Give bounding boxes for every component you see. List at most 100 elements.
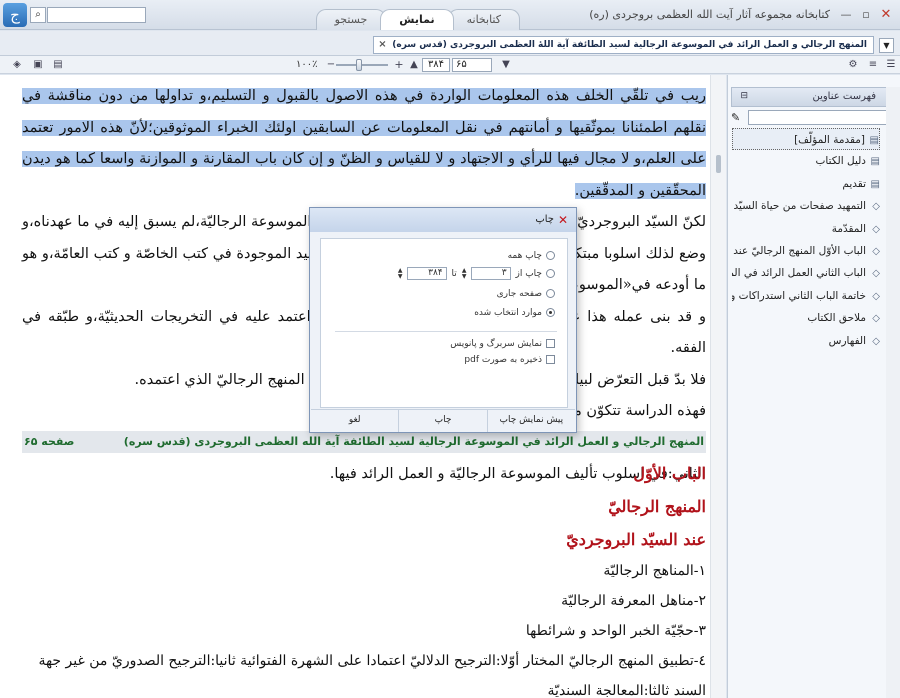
maximize-icon[interactable]: ▫ bbox=[858, 7, 874, 23]
dialog-divider bbox=[335, 331, 557, 332]
range-from-stepper[interactable]: ▲ ▼ bbox=[460, 267, 469, 280]
print-all-option[interactable]: چاپ همه bbox=[508, 249, 555, 263]
page-footer-title: المنهج الرجالي و العمل الرائد في الموسوع… bbox=[123, 435, 704, 448]
page-icon: ▤ bbox=[870, 178, 880, 190]
tab-library[interactable]: کتابخانه bbox=[447, 9, 520, 30]
page-total: ۳۸۴ bbox=[422, 58, 450, 72]
chapter-heading: عند السيّد البروجرديّ bbox=[566, 530, 706, 549]
print-icon[interactable]: ▣ bbox=[31, 58, 45, 72]
toc-item[interactable]: ◇ التمهيد صفحات من حياة السيّد الإ bbox=[732, 195, 880, 217]
checkbox-save-pdf[interactable] bbox=[546, 355, 555, 364]
search-input[interactable] bbox=[47, 7, 146, 23]
toc-toggle-icon[interactable]: ☰ bbox=[884, 58, 898, 72]
toc-search-input[interactable] bbox=[748, 110, 896, 125]
range-to-input[interactable]: ۳۸۴ bbox=[406, 267, 447, 280]
toc-header: فهرست عناوین ⊟ bbox=[731, 87, 897, 107]
text-selection[interactable]: ريب في تلقّي الخلف هذه المعلومات الواردة… bbox=[22, 88, 706, 199]
print-button[interactable]: چاپ bbox=[398, 410, 486, 432]
toc-header-label: فهرست عناوین bbox=[812, 91, 876, 102]
tab-search[interactable]: جستجو bbox=[315, 9, 387, 30]
folder-icon: ◇ bbox=[872, 290, 880, 302]
close-icon[interactable]: ✕ bbox=[878, 7, 894, 23]
save-pdf-option[interactable]: ذخیره به صورت pdf bbox=[464, 353, 555, 367]
document-tab-close-icon[interactable]: × bbox=[378, 37, 386, 53]
chapter-item: ٣-حجّيّة الخبر الواحد و شرائطها bbox=[525, 623, 706, 639]
chapter-heading: المنهج الرجاليّ bbox=[608, 497, 706, 516]
toc-item[interactable]: ◇ الباب الثاني العمل الرائد في الموس bbox=[732, 262, 880, 284]
selected-paragraph[interactable]: ريب في تلقّي الخلف هذه المعلومات الواردة… bbox=[22, 81, 706, 207]
previous-page-icon[interactable]: ▲ bbox=[407, 58, 421, 72]
toc-item[interactable]: ▤ [مقدمة المؤلّف] bbox=[732, 128, 880, 151]
view-toolbar: ◈ ▣ ▤ ۱۰۰٪ − + ▲ ۳۸۴ ۶۵ ▼ ⚙ ≡ ☰ bbox=[0, 56, 900, 74]
save-pdf-label: ذخیره به صورت pdf bbox=[464, 355, 542, 365]
toc-item-label: تقديم bbox=[842, 177, 866, 190]
toc-list: ▤[مقدمة المؤلّف] ▤دليل الكتاب ▤تقديم ◇ال… bbox=[732, 128, 880, 352]
print-selection-label: موارد انتخاب شده bbox=[474, 308, 542, 318]
header-footer-label: نمایش سربرگ و پانویس bbox=[450, 339, 542, 349]
document-tab-bar: × المنهج الرجالي و العمل الرائد في الموس… bbox=[0, 31, 900, 56]
toc-item-label: المقدّمة bbox=[831, 222, 866, 235]
chapter-heading: الباب الأوّل bbox=[633, 464, 706, 483]
chapter-item: ٤-تطبيق المنهج الرجاليّ المختار أوّلا:ال… bbox=[38, 653, 706, 698]
page-footer-number: صفحه ۶۵ bbox=[24, 435, 75, 448]
print-dialog: چاپ ✕ چاپ همه چاپ از ۳▲ ▼ تا ۳۸۴▲ ▼ صفحه ج… bbox=[309, 207, 577, 433]
document-tab[interactable]: × المنهج الرجالي و العمل الرائد في الموس… bbox=[373, 36, 874, 54]
search-icon[interactable]: ⌕ bbox=[30, 7, 46, 23]
radio-print-selection[interactable] bbox=[546, 308, 555, 317]
toc-item-label: ملاحق الكتاب bbox=[807, 312, 866, 325]
main-tabs: کتابخانه نمایش جستجو bbox=[280, 9, 520, 30]
cancel-button[interactable]: لغو bbox=[311, 410, 398, 432]
list-view-icon[interactable]: ≡ bbox=[866, 58, 880, 72]
reader-scroll-thumb[interactable] bbox=[716, 155, 721, 173]
page-number-input[interactable]: ۶۵ bbox=[452, 58, 492, 72]
app-logo-icon: ج bbox=[3, 3, 27, 27]
radio-print-range[interactable] bbox=[546, 269, 555, 278]
zoom-in-button[interactable]: + bbox=[392, 58, 406, 72]
toc-item[interactable]: ◇ الفهارس bbox=[732, 330, 880, 352]
zoom-slider-thumb[interactable] bbox=[356, 59, 362, 71]
toc-item[interactable]: ◇ خاتمة الباب الثاني استدراكات و تذ bbox=[732, 285, 880, 307]
document-menu-icon[interactable]: ▼ bbox=[879, 38, 894, 53]
toc-item-label: الفهارس bbox=[828, 334, 866, 347]
header-footer-option[interactable]: نمایش سربرگ و پانویس bbox=[450, 337, 555, 351]
minimize-icon[interactable]: — bbox=[838, 7, 854, 23]
toc-item-label: التمهيد صفحات من حياة السيّد الإ bbox=[732, 200, 866, 213]
print-dialog-close-icon[interactable]: ✕ bbox=[555, 212, 571, 228]
print-current-option[interactable]: صفحه جاری bbox=[497, 287, 555, 301]
print-selection-option[interactable]: موارد انتخاب شده bbox=[474, 306, 555, 320]
document-tab-label: المنهج الرجالي و العمل الرائد في الموسوع… bbox=[392, 40, 867, 50]
pin-icon[interactable]: ⊟ bbox=[736, 90, 748, 102]
page-view-icon[interactable]: ▤ bbox=[51, 58, 65, 72]
toc-item[interactable]: ◇ المقدّمة bbox=[732, 218, 880, 240]
print-current-label: صفحه جاری bbox=[496, 289, 542, 299]
bookmark-icon[interactable]: ◈ bbox=[10, 58, 24, 72]
tab-view[interactable]: نمایش bbox=[380, 9, 454, 30]
settings-icon[interactable]: ⚙ bbox=[846, 58, 860, 72]
chapter-item: ١-المناهج الرجاليّة bbox=[603, 563, 706, 579]
radio-print-current[interactable] bbox=[546, 289, 555, 298]
print-dialog-buttons: پیش نمایش چاپ چاپ لغو bbox=[311, 409, 575, 432]
print-dialog-title: چاپ bbox=[310, 208, 576, 232]
checkbox-header-footer[interactable] bbox=[546, 339, 555, 348]
toc-item[interactable]: ▤ تقديم bbox=[732, 173, 880, 195]
toc-scrollbar[interactable] bbox=[886, 87, 900, 698]
reader-scrollbar[interactable] bbox=[710, 75, 726, 698]
print-range-to-label: تا bbox=[451, 269, 457, 279]
toc-panel: فهرست عناوین ⊟ ✎ ▤[مقدمة المؤلّف] ▤دليل … bbox=[727, 75, 900, 698]
folder-icon: ◇ bbox=[872, 245, 880, 257]
folder-icon: ◇ bbox=[872, 335, 880, 347]
next-page-icon[interactable]: ▼ bbox=[499, 58, 513, 72]
range-to-stepper[interactable]: ▲ ▼ bbox=[396, 267, 405, 280]
toc-item[interactable]: ▤ دليل الكتاب bbox=[732, 150, 880, 172]
folder-icon: ◇ bbox=[872, 223, 880, 235]
zoom-slider[interactable] bbox=[336, 64, 388, 66]
print-range-option[interactable]: چاپ از ۳▲ ▼ تا ۳۸۴▲ ▼ bbox=[396, 267, 555, 281]
toc-item[interactable]: ◇ الباب الأوّل المنهج الرجاليّ عند الس bbox=[732, 240, 880, 262]
radio-print-all[interactable] bbox=[546, 251, 555, 260]
toc-item-label: الباب الأوّل المنهج الرجاليّ عند الس bbox=[732, 244, 866, 257]
print-preview-button[interactable]: پیش نمایش چاپ bbox=[486, 410, 575, 432]
toc-item-label: خاتمة الباب الثاني استدراكات و تذ bbox=[732, 289, 866, 302]
range-from-input[interactable]: ۳ bbox=[470, 267, 511, 280]
toc-filter-icon[interactable]: ✎ bbox=[731, 110, 740, 125]
toc-item[interactable]: ◇ ملاحق الكتاب bbox=[732, 307, 880, 329]
